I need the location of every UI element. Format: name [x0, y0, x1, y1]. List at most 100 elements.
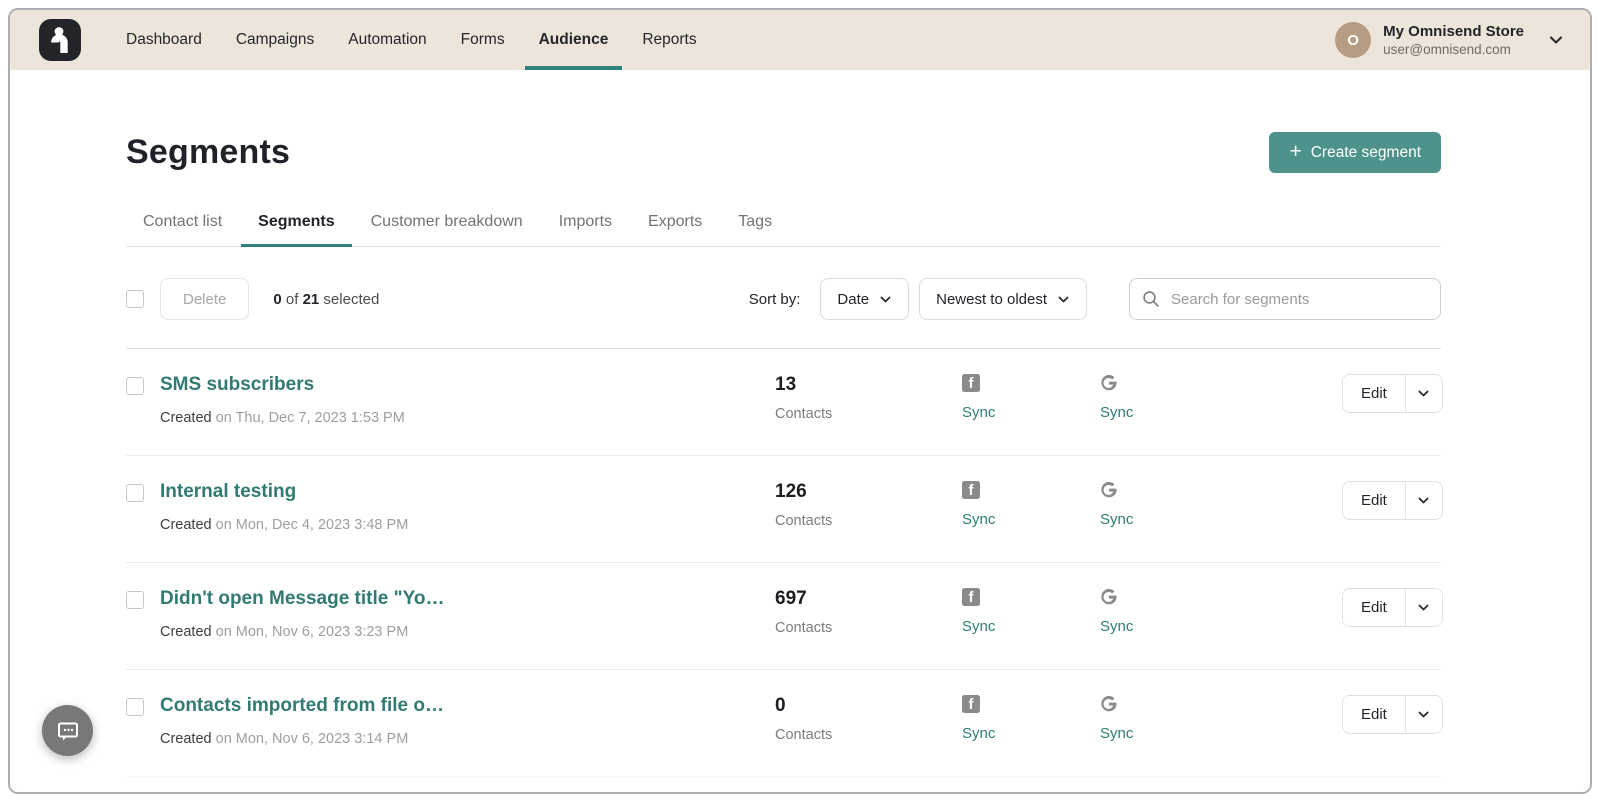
- chat-bubble-icon: [55, 718, 81, 744]
- contacts-count: 0: [775, 695, 962, 717]
- facebook-sync-link[interactable]: Sync: [962, 511, 1100, 528]
- contacts-label: Contacts: [775, 406, 962, 422]
- facebook-sync-link[interactable]: Sync: [962, 725, 1100, 742]
- nav-item-forms[interactable]: Forms: [447, 10, 519, 70]
- segment-name-cell: Didn't open Message title "Yo… Created o…: [160, 588, 775, 640]
- search-input[interactable]: [1129, 278, 1441, 320]
- row-checkbox[interactable]: [126, 377, 144, 395]
- facebook-icon: f: [962, 695, 1100, 713]
- google-icon: [1100, 481, 1342, 499]
- list-toolbar: Delete 0 of 21 selected Sort by: Date: [126, 278, 1441, 320]
- created-prefix: Created: [160, 731, 212, 747]
- created-date: on Mon, Nov 6, 2023 3:14 PM: [216, 731, 409, 747]
- nav-item-campaigns[interactable]: Campaigns: [222, 10, 328, 70]
- edit-cell: Edit: [1342, 695, 1443, 734]
- chevron-down-icon: [1417, 708, 1430, 721]
- contacts-count: 697: [775, 588, 962, 610]
- store-email: user@omnisend.com: [1383, 42, 1524, 57]
- store-name: My Omnisend Store: [1383, 23, 1524, 40]
- segment-row: SMS subscribers Created on Thu, Dec 7, 2…: [126, 349, 1441, 456]
- facebook-sync-cell: f Sync: [962, 481, 1100, 528]
- sort-field-dropdown[interactable]: Date: [820, 278, 909, 320]
- segment-name-link[interactable]: Contacts imported from file o…: [160, 695, 444, 717]
- facebook-sync-link[interactable]: Sync: [962, 618, 1100, 635]
- chevron-down-icon: [1417, 494, 1430, 507]
- google-sync-cell: Sync: [1100, 695, 1342, 742]
- google-sync-link[interactable]: Sync: [1100, 618, 1342, 635]
- segment-created: Created on Mon, Nov 6, 2023 3:23 PM: [160, 624, 775, 640]
- sort-order-dropdown[interactable]: Newest to oldest: [919, 278, 1087, 320]
- edit-dropdown-button[interactable]: [1405, 482, 1442, 519]
- segment-name-cell: SMS subscribers Created on Thu, Dec 7, 2…: [160, 374, 775, 426]
- search-icon: [1142, 290, 1160, 313]
- create-segment-button[interactable]: + Create segment: [1269, 132, 1441, 173]
- top-nav-bar: Dashboard Campaigns Automation Forms Aud…: [10, 10, 1590, 70]
- edit-split-button: Edit: [1342, 481, 1443, 520]
- app-window: Dashboard Campaigns Automation Forms Aud…: [8, 8, 1592, 794]
- total-count: 21: [303, 291, 320, 308]
- google-sync-link[interactable]: Sync: [1100, 511, 1342, 528]
- edit-button[interactable]: Edit: [1343, 696, 1405, 733]
- google-sync-link[interactable]: Sync: [1100, 404, 1342, 421]
- segment-created: Created on Mon, Dec 4, 2023 3:48 PM: [160, 517, 775, 533]
- segment-list: SMS subscribers Created on Thu, Dec 7, 2…: [126, 349, 1441, 777]
- account-menu[interactable]: O My Omnisend Store user@omnisend.com: [1335, 10, 1564, 70]
- tab-imports[interactable]: Imports: [542, 213, 629, 247]
- edit-dropdown-button[interactable]: [1405, 375, 1442, 412]
- segment-row: Didn't open Message title "Yo… Created o…: [126, 563, 1441, 670]
- edit-dropdown-button[interactable]: [1405, 589, 1442, 626]
- main-content: Segments + Create segment Contact list S…: [10, 70, 1590, 792]
- delete-button[interactable]: Delete: [160, 278, 249, 320]
- edit-cell: Edit: [1342, 374, 1443, 413]
- avatar: O: [1335, 22, 1371, 58]
- nav-item-automation[interactable]: Automation: [334, 10, 440, 70]
- chat-button[interactable]: [42, 705, 93, 756]
- google-sync-link[interactable]: Sync: [1100, 725, 1342, 742]
- sort-by-label: Sort by:: [749, 291, 801, 308]
- facebook-sync-cell: f Sync: [962, 695, 1100, 742]
- row-checkbox[interactable]: [126, 484, 144, 502]
- sort-field-value: Date: [837, 291, 869, 308]
- edit-dropdown-button[interactable]: [1405, 696, 1442, 733]
- tab-exports[interactable]: Exports: [631, 213, 719, 247]
- tab-contact-list[interactable]: Contact list: [126, 213, 239, 247]
- avatar-initial: O: [1347, 32, 1359, 49]
- segment-name-link[interactable]: Didn't open Message title "Yo…: [160, 588, 444, 610]
- row-checkbox[interactable]: [126, 591, 144, 609]
- page-title: Segments: [126, 133, 290, 172]
- nav-item-reports[interactable]: Reports: [628, 10, 710, 70]
- edit-button[interactable]: Edit: [1343, 375, 1405, 412]
- sort-and-search: Sort by: Date Newest to oldest: [749, 278, 1441, 320]
- segment-name-link[interactable]: SMS subscribers: [160, 374, 314, 396]
- nav-item-dashboard[interactable]: Dashboard: [112, 10, 216, 70]
- page-tabs: Contact list Segments Customer breakdown…: [126, 213, 1441, 247]
- tab-customer-breakdown[interactable]: Customer breakdown: [354, 213, 540, 247]
- segment-name-cell: Contacts imported from file o… Created o…: [160, 695, 775, 747]
- created-date: on Mon, Dec 4, 2023 3:48 PM: [216, 517, 409, 533]
- segment-name-cell: Internal testing Created on Mon, Dec 4, …: [160, 481, 775, 533]
- tab-segments[interactable]: Segments: [241, 213, 351, 247]
- sort-order-value: Newest to oldest: [936, 291, 1047, 308]
- chevron-down-icon: [879, 293, 892, 306]
- row-checkbox[interactable]: [126, 698, 144, 716]
- selected-count: 0: [273, 291, 281, 308]
- edit-button[interactable]: Edit: [1343, 589, 1405, 626]
- edit-cell: Edit: [1342, 588, 1443, 627]
- select-all-checkbox[interactable]: [126, 290, 144, 308]
- edit-button[interactable]: Edit: [1343, 482, 1405, 519]
- edit-split-button: Edit: [1342, 374, 1443, 413]
- facebook-sync-link[interactable]: Sync: [962, 404, 1100, 421]
- segment-name-link[interactable]: Internal testing: [160, 481, 296, 503]
- google-sync-cell: Sync: [1100, 374, 1342, 421]
- tab-tags[interactable]: Tags: [721, 213, 789, 247]
- facebook-icon: f: [962, 481, 1100, 499]
- segment-created: Created on Mon, Nov 6, 2023 3:14 PM: [160, 731, 775, 747]
- nav-item-audience[interactable]: Audience: [525, 10, 623, 70]
- created-prefix: Created: [160, 410, 212, 426]
- edit-split-button: Edit: [1342, 695, 1443, 734]
- create-segment-label: Create segment: [1311, 144, 1421, 162]
- facebook-icon: f: [962, 588, 1100, 606]
- selected-label: selected: [323, 291, 379, 308]
- google-icon: [1100, 374, 1342, 392]
- omnisend-logo[interactable]: [38, 18, 82, 62]
